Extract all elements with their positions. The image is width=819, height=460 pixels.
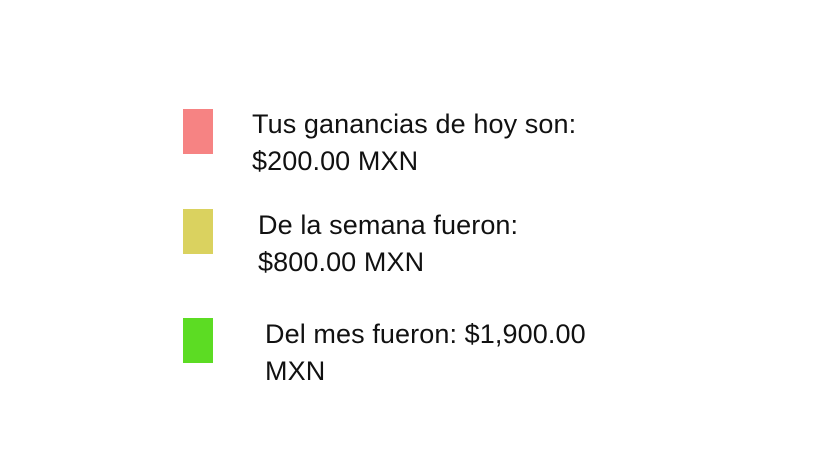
today-color-swatch <box>183 109 213 154</box>
today-earnings-value: $200.00 MXN <box>252 146 419 176</box>
month-earnings-text: Del mes fueron: $1,900.00 MXN <box>265 316 586 390</box>
week-earnings-label: De la semana fueron: <box>258 210 519 240</box>
week-earnings-value: $800.00 MXN <box>258 247 425 277</box>
week-color-swatch <box>183 209 213 254</box>
month-color-swatch <box>183 318 213 363</box>
month-earnings-value: MXN <box>265 356 326 386</box>
today-earnings-label: Tus ganancias de hoy son: <box>252 109 577 139</box>
week-earnings-text: De la semana fueron: $800.00 MXN <box>258 207 518 281</box>
month-earnings-label: Del mes fueron: $1,900.00 <box>265 319 586 349</box>
today-earnings-text: Tus ganancias de hoy son: $200.00 MXN <box>252 106 576 180</box>
